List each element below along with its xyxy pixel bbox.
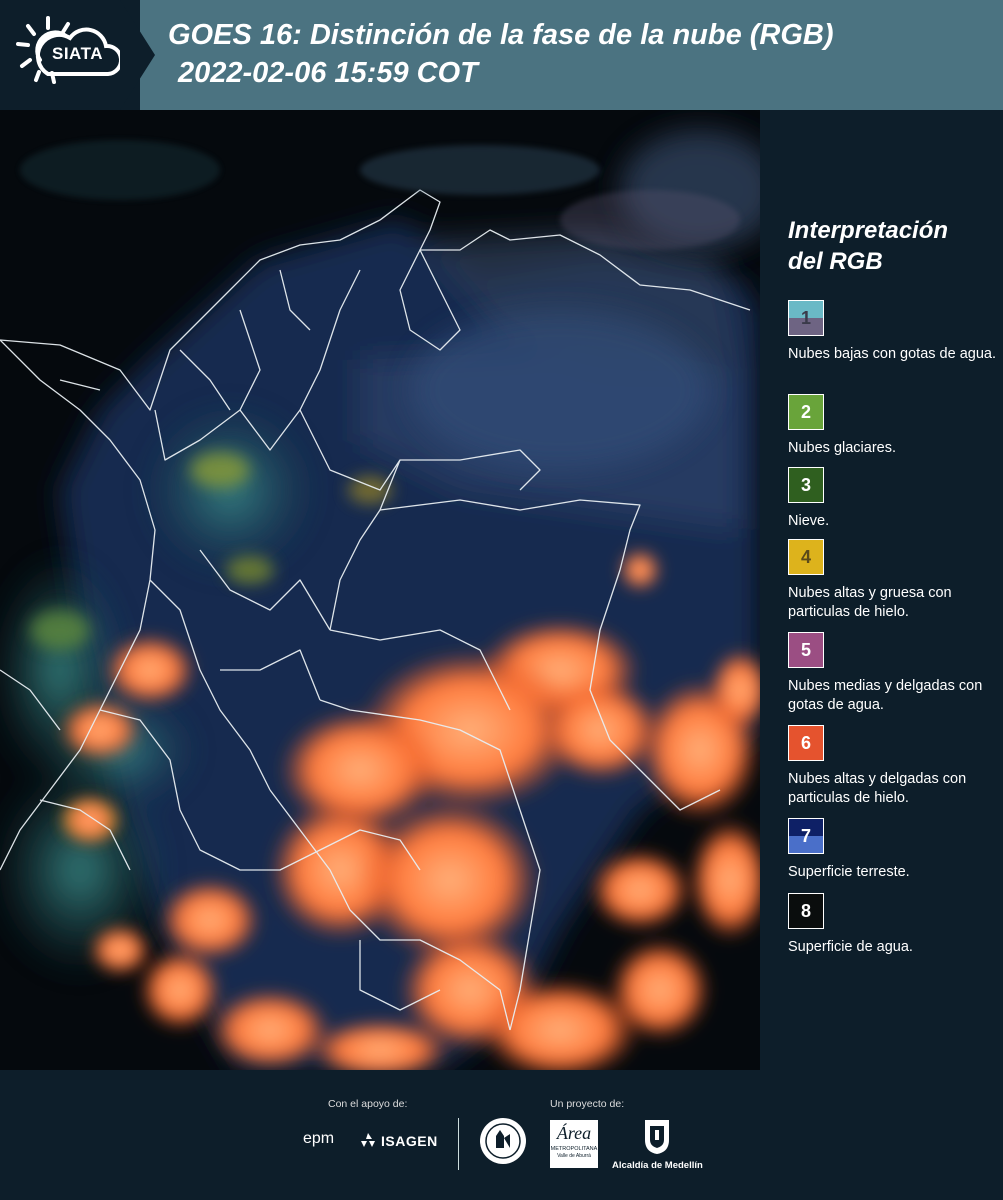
legend-item-2: 2 Nubes glaciares. — [788, 394, 998, 458]
legend-item-4: 4 Nubes altas y gruesa con particulas de… — [788, 539, 998, 622]
area-logo-text: Área — [556, 1123, 592, 1143]
legend-label-6: Nubes altas y delgadas con particulas de… — [788, 771, 967, 806]
area-metropolitana-logo: Área METROPOLITANA Valle de Aburrá — [550, 1120, 598, 1168]
siata-logo-box: SIATA — [0, 0, 140, 110]
legend-label-3: Nieve. — [788, 513, 830, 529]
legend-number-2: 2 — [800, 402, 811, 422]
isagen-logo: ISAGEN — [381, 1133, 438, 1149]
title-line-2: 2022-02-06 15:59 COT — [178, 57, 478, 89]
epm-logo: epm — [303, 1130, 335, 1147]
university-seal-icon — [480, 1118, 526, 1164]
project-label: Un proyecto de: — [550, 1098, 625, 1110]
legend-title: Interpretación del RGB — [788, 215, 948, 277]
legend-swatch-1: 1 — [788, 300, 824, 336]
isagen-mark-icon — [361, 1133, 375, 1147]
page-title: GOES 16: Distinción de la fase de la nub… — [168, 16, 834, 92]
legend-item-8: 8 Superficie de agua. — [788, 893, 998, 957]
support-label: Con el apoyo de: — [328, 1098, 408, 1110]
footer-divider — [458, 1118, 459, 1170]
goes-rgb-image — [0, 110, 760, 1070]
legend-item-1: 1 Nubes bajas con gotas de agua. — [788, 300, 998, 364]
legend-item-7: 7 Superficie terreste. — [788, 818, 998, 882]
legend-title-line-2: del RGB — [788, 248, 883, 275]
legend-item-3: 3 Nieve. — [788, 467, 998, 531]
siata-logo-text: SIATA — [52, 44, 103, 63]
header-chevron — [120, 0, 155, 110]
legend-item-5: 5 Nubes medias y delgadas con gotas de a… — [788, 632, 998, 715]
header-bar: SIATA GOES 16: Distinción de la fase de … — [0, 0, 1003, 110]
area-logo-sub-1: METROPOLITANA — [550, 1146, 598, 1152]
legend-label-7: Superficie terreste. — [788, 864, 910, 880]
legend-number-6: 6 — [800, 733, 811, 753]
legend-item-6: 6 Nubes altas y delgadas con particulas … — [788, 725, 998, 808]
legend-swatch-6: 6 — [788, 725, 824, 761]
legend-swatch-2: 2 — [788, 394, 824, 430]
legend-swatch-5: 5 — [788, 632, 824, 668]
legend-number-3: 3 — [800, 475, 811, 495]
legend-number-1: 1 — [800, 308, 811, 328]
legend-label-5: Nubes medias y delgadas con gotas de agu… — [788, 678, 983, 713]
legend-swatch-7: 7 — [788, 818, 824, 854]
satellite-map — [0, 110, 760, 1070]
title-line-1: GOES 16: Distinción de la fase de la nub… — [168, 19, 834, 51]
alcaldia-shield-icon — [645, 1120, 669, 1154]
legend-swatch-8: 8 — [788, 893, 824, 929]
legend-swatch-3: 3 — [788, 467, 824, 503]
legend-number-7: 7 — [800, 826, 811, 846]
legend-label-8: Superficie de agua. — [788, 939, 913, 955]
legend-label-2: Nubes glaciares. — [788, 440, 896, 456]
alcaldia-logo-text: Alcaldía de Medellín — [612, 1160, 703, 1171]
area-logo-sub-2: Valle de Aburrá — [557, 1153, 591, 1159]
footer: Con el apoyo de: Un proyecto de: epm ISA… — [0, 1070, 1003, 1200]
legend-number-4: 4 — [800, 547, 811, 567]
legend-number-5: 5 — [800, 640, 811, 660]
legend-title-line-1: Interpretación — [788, 217, 949, 244]
legend-swatch-4: 4 — [788, 539, 824, 575]
legend-label-4: Nubes altas y gruesa con particulas de h… — [788, 585, 952, 620]
legend-label-1: Nubes bajas con gotas de agua. — [788, 346, 996, 362]
legend-number-8: 8 — [800, 901, 811, 921]
